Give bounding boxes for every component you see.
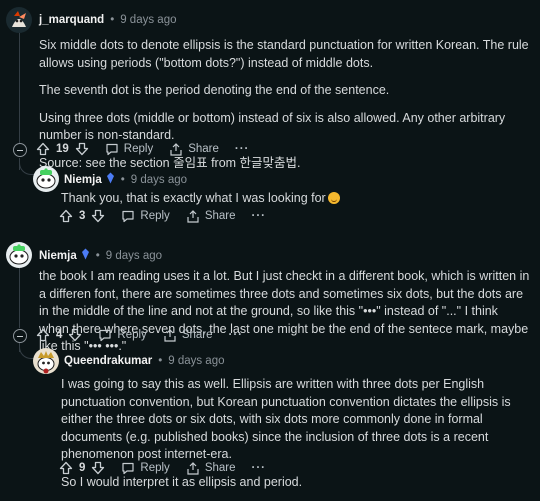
comment-actions: 3 Reply Share ··· xyxy=(59,209,266,223)
collapse-icon[interactable] xyxy=(13,329,27,343)
share-button[interactable]: Share xyxy=(186,209,236,223)
vote-count: 3 xyxy=(79,210,86,222)
avatar[interactable] xyxy=(6,7,32,33)
share-button[interactable]: Share xyxy=(163,328,213,342)
comment-icon xyxy=(122,462,135,474)
share-button[interactable]: Share xyxy=(169,142,219,156)
share-icon xyxy=(187,209,199,223)
verified-badge-icon xyxy=(106,172,115,187)
comment-paragraph: Using three dots (middle or bottom) inst… xyxy=(39,110,506,143)
thread-connector xyxy=(19,344,34,359)
comment-paragraph: So I would interpret it as ellipsis and … xyxy=(61,474,303,489)
share-icon xyxy=(170,142,182,156)
comment-actions: 4 Reply Share ··· xyxy=(36,328,243,342)
collapse-icon[interactable] xyxy=(13,143,27,157)
timestamp[interactable]: 9 days ago xyxy=(106,250,162,262)
comment-paragraph: The seventh dot is the period denoting t… xyxy=(39,83,390,97)
comment-paragraph: Six middle dots to denote ellipsis is th… xyxy=(39,38,529,70)
vote-count: 9 xyxy=(79,462,86,474)
share-icon xyxy=(187,461,199,475)
separator-dot: • xyxy=(158,355,163,367)
timestamp[interactable]: 9 days ago xyxy=(168,355,224,367)
username[interactable]: Niemja xyxy=(64,174,102,186)
reply-label: Reply xyxy=(140,462,170,474)
avatar[interactable] xyxy=(6,242,32,268)
separator-dot: • xyxy=(110,14,115,26)
verified-badge-icon xyxy=(81,248,90,263)
upvote-icon[interactable] xyxy=(36,142,50,156)
comment-text: Thank you, that is exactly what I was lo… xyxy=(61,191,326,205)
upvote-icon[interactable] xyxy=(59,461,73,475)
vote-count: 4 xyxy=(56,329,63,341)
avatar[interactable] xyxy=(33,166,59,192)
thread-connector xyxy=(19,160,34,175)
share-label: Share xyxy=(204,462,236,474)
more-options-button[interactable]: ··· xyxy=(252,462,267,474)
comment-actions: 9 Reply Share ··· xyxy=(59,461,266,475)
upvote-icon[interactable] xyxy=(59,209,73,223)
comment-meta: Niemja • 9 days ago xyxy=(39,248,162,263)
more-options-button[interactable]: ··· xyxy=(252,210,267,222)
username[interactable]: j_marquand xyxy=(39,14,104,26)
comment-icon xyxy=(122,210,135,222)
comment-meta: j_marquand • 9 days ago xyxy=(39,14,176,26)
username[interactable]: Niemja xyxy=(39,250,77,262)
downvote-icon[interactable] xyxy=(68,328,82,342)
downvote-icon[interactable] xyxy=(91,209,105,223)
comment-meta: Niemja • 9 days ago xyxy=(64,172,187,187)
reply-label: Reply xyxy=(140,210,170,222)
upvote-icon[interactable] xyxy=(36,328,50,342)
comment-body: I was going to say this as well. Ellipsi… xyxy=(61,376,531,501)
timestamp[interactable]: 9 days ago xyxy=(131,174,187,186)
more-options-button[interactable]: ··· xyxy=(235,143,250,155)
share-label: Share xyxy=(181,329,213,341)
comment-actions: 19 Reply Share ··· xyxy=(36,142,249,156)
reply-label: Reply xyxy=(117,329,147,341)
separator-dot: • xyxy=(120,173,125,186)
grinning-emoji xyxy=(327,192,340,204)
separator-dot: • xyxy=(95,249,100,262)
comment-body: Six middle dots to denote ellipsis is th… xyxy=(39,37,529,182)
downvote-icon[interactable] xyxy=(75,142,89,156)
share-button[interactable]: Share xyxy=(186,461,236,475)
reply-label: Reply xyxy=(123,143,154,155)
avatar[interactable] xyxy=(33,348,59,374)
comment-meta: Queendrakumar • 9 days ago xyxy=(64,355,225,367)
comment-paragraph: I was going to say this as well. Ellipsi… xyxy=(61,377,511,461)
comment-icon xyxy=(106,143,118,155)
thread-line xyxy=(19,266,20,328)
share-icon xyxy=(164,328,176,342)
comment-body: the book I am reading uses it a lot. But… xyxy=(39,268,531,356)
downvote-icon[interactable] xyxy=(91,461,105,475)
share-label: Share xyxy=(188,143,219,155)
comment-icon xyxy=(99,329,112,341)
timestamp[interactable]: 9 days ago xyxy=(120,14,176,26)
reply-button[interactable]: Reply xyxy=(121,210,170,223)
reply-button[interactable]: Reply xyxy=(105,143,153,156)
more-options-button[interactable]: ··· xyxy=(229,329,244,341)
comment-paragraph: Source: see the section 줄임표 from 한글맞춤법. xyxy=(39,155,301,170)
share-label: Share xyxy=(204,210,236,222)
reply-button[interactable]: Reply xyxy=(98,329,147,342)
vote-count: 19 xyxy=(56,143,69,155)
reply-button[interactable]: Reply xyxy=(121,462,170,475)
thread-line xyxy=(19,28,20,150)
username[interactable]: Queendrakumar xyxy=(64,355,152,367)
comment-body: Thank you, that is exactly what I was lo… xyxy=(61,190,521,208)
